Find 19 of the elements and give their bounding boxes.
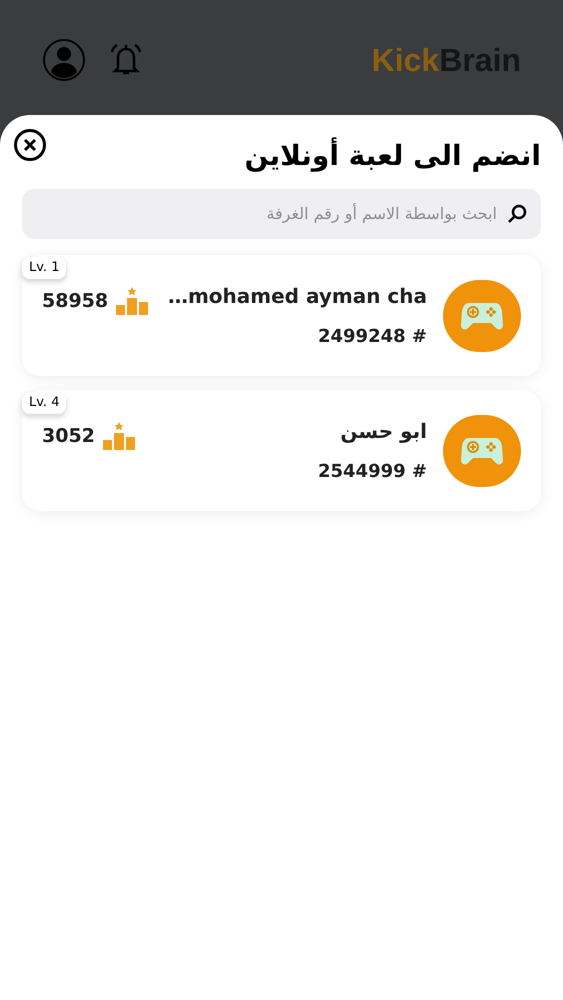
player-name: ابو حسن [340, 418, 427, 445]
close-icon [23, 138, 37, 152]
search-icon [507, 203, 529, 225]
sheet-title: انضم الى لعبة أونلاين [244, 136, 541, 174]
close-button[interactable] [14, 129, 46, 161]
search-placeholder: ابحث بواسطة الاسم أو رقم الغرفة [266, 202, 497, 225]
level-badge: Lv. 4 [22, 392, 66, 414]
podium-icon [116, 287, 148, 316]
podium-icon [102, 422, 135, 450]
score-text: 3052 [42, 424, 95, 449]
user-icon[interactable] [42, 38, 86, 82]
level-badge: Lv. 1 [22, 257, 66, 278]
score-text: 58958 [42, 289, 108, 314]
gamepad-icon [461, 300, 503, 330]
player-name: …mohamed ayman cha [168, 283, 427, 310]
gamepad-icon [461, 436, 503, 466]
room-card[interactable]: Lv. 1 58958 …mohamed ayman cha 2499248 # [22, 255, 541, 376]
room-number: 2499248 # [318, 325, 427, 349]
room-number: 2544999 # [318, 460, 427, 484]
